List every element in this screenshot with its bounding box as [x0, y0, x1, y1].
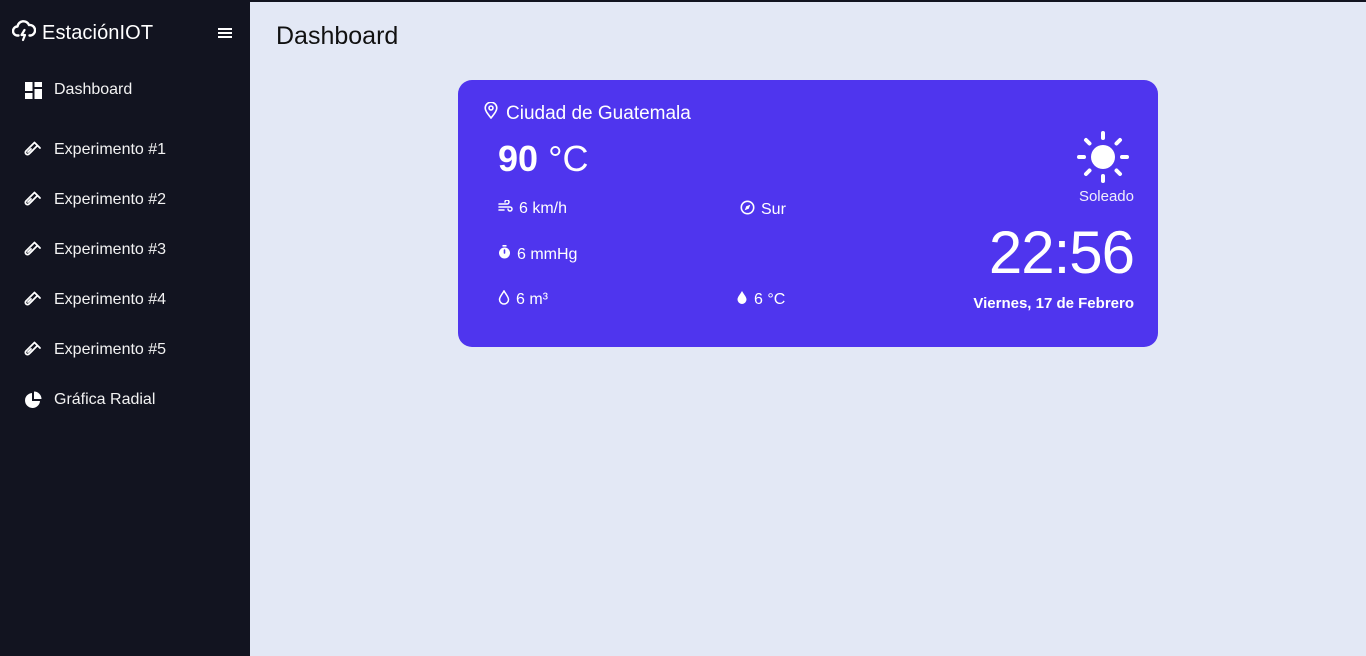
volume-value: 6 m³ [516, 291, 548, 308]
volume: 6 m³ [498, 289, 548, 310]
sidebar-item-grafica-radial[interactable]: Gráfica Radial [0, 380, 250, 420]
sidebar-item-dashboard[interactable]: Dashboard [0, 70, 250, 110]
sidebar-item-label: Experimento #5 [54, 341, 167, 358]
location: Ciudad de Guatemala [484, 101, 691, 125]
sidebar-item-experimento-2[interactable]: Experimento #2 [0, 180, 250, 220]
wind-direction-value: Sur [761, 201, 786, 218]
weather-condition: Soleado [1078, 188, 1134, 205]
stopwatch-icon [498, 245, 511, 264]
sidebar-item-label: Gráfica Radial [54, 391, 156, 408]
dew-point-value: 6 °C [754, 291, 786, 308]
page-title: Dashboard [276, 22, 399, 50]
sidebar-item-experimento-1[interactable]: Experimento #1 [0, 130, 250, 170]
compass-icon [740, 200, 755, 220]
test-tube-icon [24, 291, 42, 309]
pie-chart-icon [24, 391, 42, 409]
sidebar-item-experimento-3[interactable]: Experimento #3 [0, 230, 250, 270]
pressure: 6 mmHg [498, 245, 577, 264]
dashboard-grid-icon [24, 81, 42, 99]
wind-icon [498, 199, 513, 218]
temperature-value: 90 [498, 138, 539, 179]
sidebar: EstaciónIOT Dashboard Experimento #1 Exp… [0, 0, 250, 656]
brand[interactable]: EstaciónIOT [11, 19, 154, 47]
sidebar-item-label: Experimento #3 [54, 241, 167, 258]
pressure-value: 6 mmHg [517, 245, 578, 263]
clock-time: 22:56 [988, 219, 1135, 286]
map-pin-icon [484, 101, 498, 125]
droplet-icon [736, 290, 748, 310]
test-tube-icon [24, 191, 42, 209]
temperature-unit: °C [548, 138, 589, 179]
dew-point: 6 °C [736, 290, 785, 310]
location-name: Ciudad de Guatemala [506, 102, 691, 124]
sidebar-item-label: Experimento #2 [54, 191, 167, 208]
temperature: 90 °C [498, 138, 588, 180]
test-tube-icon [24, 241, 42, 259]
sidebar-item-label: Dashboard [54, 81, 133, 98]
wind-speed: 6 km/h [498, 199, 568, 218]
sun-icon [1076, 130, 1130, 189]
sidebar-item-label: Experimento #4 [54, 291, 167, 308]
test-tube-icon [24, 141, 42, 159]
sidebar-item-label: Experimento #1 [54, 141, 167, 158]
wind-direction: Sur [740, 200, 786, 220]
app-title: EstaciónIOT [42, 21, 154, 44]
test-tube-icon [24, 341, 42, 359]
main-content: Dashboard Ciudad de Guatemala 90 °C 6 km… [250, 2, 1366, 656]
hamburger-menu-icon[interactable] [216, 24, 234, 42]
current-date: Viernes, 17 de Febrero [973, 295, 1134, 312]
weather-card: Ciudad de Guatemala 90 °C 6 km/h Sur 6 m… [458, 80, 1158, 347]
sidebar-item-experimento-5[interactable]: Experimento #5 [0, 330, 250, 370]
cloud-lightning-icon [11, 19, 37, 47]
wind-speed-value: 6 km/h [519, 200, 568, 217]
droplet-outline-icon [498, 289, 510, 310]
sidebar-item-experimento-4[interactable]: Experimento #4 [0, 280, 250, 320]
